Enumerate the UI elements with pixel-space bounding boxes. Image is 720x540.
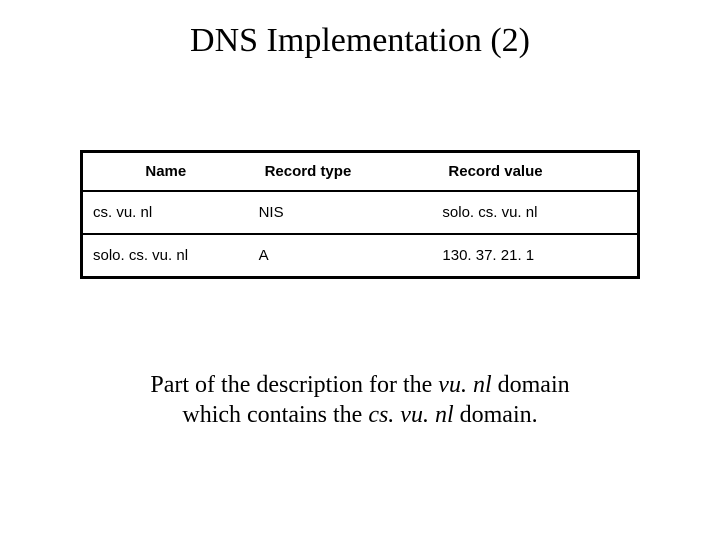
cell-type: NIS	[249, 191, 433, 234]
caption-text: Part of the description for the	[150, 372, 438, 398]
cell-value: 130. 37. 21. 1	[432, 234, 638, 278]
caption-domain-2: cs. vu. nl	[368, 402, 453, 428]
cell-type: A	[249, 234, 433, 278]
cell-name: cs. vu. nl	[82, 191, 249, 234]
cell-value: solo. cs. vu. nl	[432, 191, 638, 234]
table-row: cs. vu. nl NIS solo. cs. vu. nl	[82, 191, 639, 234]
caption-text: domain.	[454, 402, 538, 428]
caption-text: which contains the	[182, 402, 368, 428]
dns-table-container: Name Record type Record value cs. vu. nl…	[80, 150, 640, 279]
col-header-value: Record value	[432, 152, 638, 192]
dns-table: Name Record type Record value cs. vu. nl…	[80, 150, 640, 279]
cell-name: solo. cs. vu. nl	[82, 234, 249, 278]
col-header-name: Name	[82, 152, 249, 192]
col-header-type: Record type	[249, 152, 433, 192]
caption: Part of the description for the vu. nl d…	[0, 370, 720, 430]
table-header-row: Name Record type Record value	[82, 152, 639, 192]
slide-title: DNS Implementation (2)	[0, 0, 720, 60]
caption-text: domain	[492, 372, 570, 398]
table-row: solo. cs. vu. nl A 130. 37. 21. 1	[82, 234, 639, 278]
caption-domain-1: vu. nl	[438, 372, 491, 398]
